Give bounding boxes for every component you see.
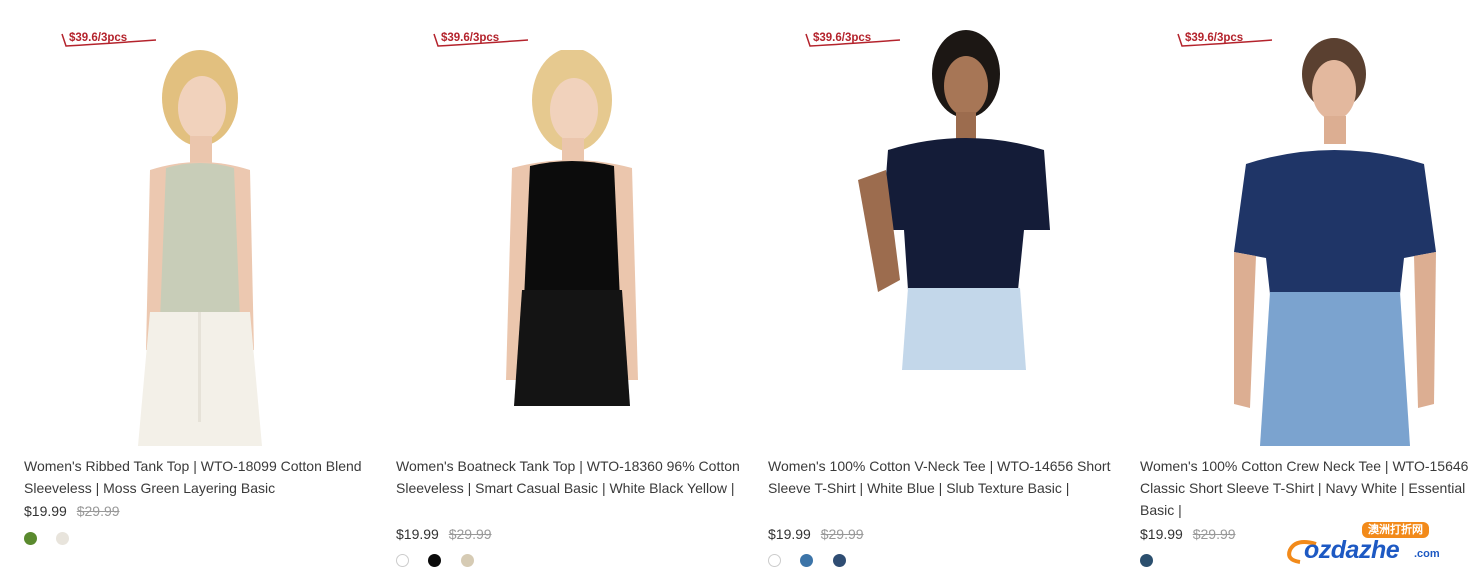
product-image[interactable]	[838, 30, 1058, 370]
badge-text: $39.6/3pcs	[441, 32, 500, 44]
bundle-price-badge: $39.6/3pcs	[60, 30, 160, 52]
color-swatch-green[interactable]	[24, 532, 37, 545]
color-swatch-yellow[interactable]	[460, 554, 474, 567]
product-card[interactable]: $39.6/3pcs Women's Ribbed Tank Top | WTO…	[24, 24, 370, 569]
color-swatches	[768, 554, 861, 568]
color-swatch-navy[interactable]	[1140, 554, 1153, 567]
product-title[interactable]: Women's 100% Cotton V-Neck Tee | WTO-146…	[768, 455, 1114, 499]
sale-price: $19.99	[24, 503, 67, 519]
product-image[interactable]	[482, 50, 662, 406]
original-price: $29.99	[1192, 526, 1236, 542]
logo-main-text: ozdazhe	[1304, 536, 1400, 564]
logo-domain-suffix: .com	[1414, 548, 1440, 560]
color-swatch-white[interactable]	[768, 554, 781, 567]
bundle-price-badge: $39.6/3pcs	[432, 30, 532, 52]
model-illustration	[138, 50, 262, 446]
price-row: $19.99 $29.99	[1140, 525, 1236, 543]
product-grid: $39.6/3pcs Women's Ribbed Tank Top | WTO…	[24, 24, 1468, 569]
model-illustration	[858, 30, 1050, 370]
original-price: $29.99	[76, 503, 120, 519]
product-image[interactable]	[1220, 38, 1440, 446]
color-swatch-white[interactable]	[396, 554, 409, 567]
color-swatch-cream[interactable]	[56, 532, 70, 545]
price-row: $19.99 $29.99	[396, 525, 492, 543]
product-card[interactable]: $39.6/3pcs Women's Boatneck Tank Top | W…	[396, 24, 742, 569]
product-title[interactable]: Women's Ribbed Tank Top | WTO-18099 Cott…	[24, 455, 370, 499]
product-card[interactable]: $39.6/3pcs Women's 100% Cotton V-Neck Te…	[768, 24, 1114, 569]
product-title[interactable]: Women's Boatneck Tank Top | WTO-18360 96…	[396, 455, 742, 499]
sale-price: $19.99	[768, 526, 811, 542]
product-image[interactable]	[110, 50, 290, 446]
sale-price: $19.99	[396, 526, 439, 542]
original-price: $29.99	[448, 526, 492, 542]
color-swatches	[24, 532, 84, 546]
color-swatch-black[interactable]	[428, 554, 442, 567]
product-card[interactable]: $39.6/3pcs Women's 100% Cotton Crew Neck…	[1140, 24, 1470, 569]
color-swatches	[396, 554, 489, 568]
color-swatch-blue[interactable]	[800, 554, 814, 567]
price-row: $19.99 $29.99	[768, 525, 864, 543]
original-price: $29.99	[820, 526, 864, 542]
model-illustration	[506, 50, 638, 406]
color-swatches	[1140, 554, 1168, 568]
price-row: $19.99 $29.99	[24, 502, 120, 520]
sale-price: $19.99	[1140, 526, 1183, 542]
color-swatch-navy[interactable]	[832, 554, 846, 567]
product-title[interactable]: Women's 100% Cotton Crew Neck Tee | WTO-…	[1140, 455, 1470, 521]
badge-text: $39.6/3pcs	[69, 32, 128, 44]
model-illustration	[1234, 38, 1436, 446]
ozdazhe-watermark-logo: 澳洲打折网 ozdazhe .com	[1286, 522, 1454, 568]
